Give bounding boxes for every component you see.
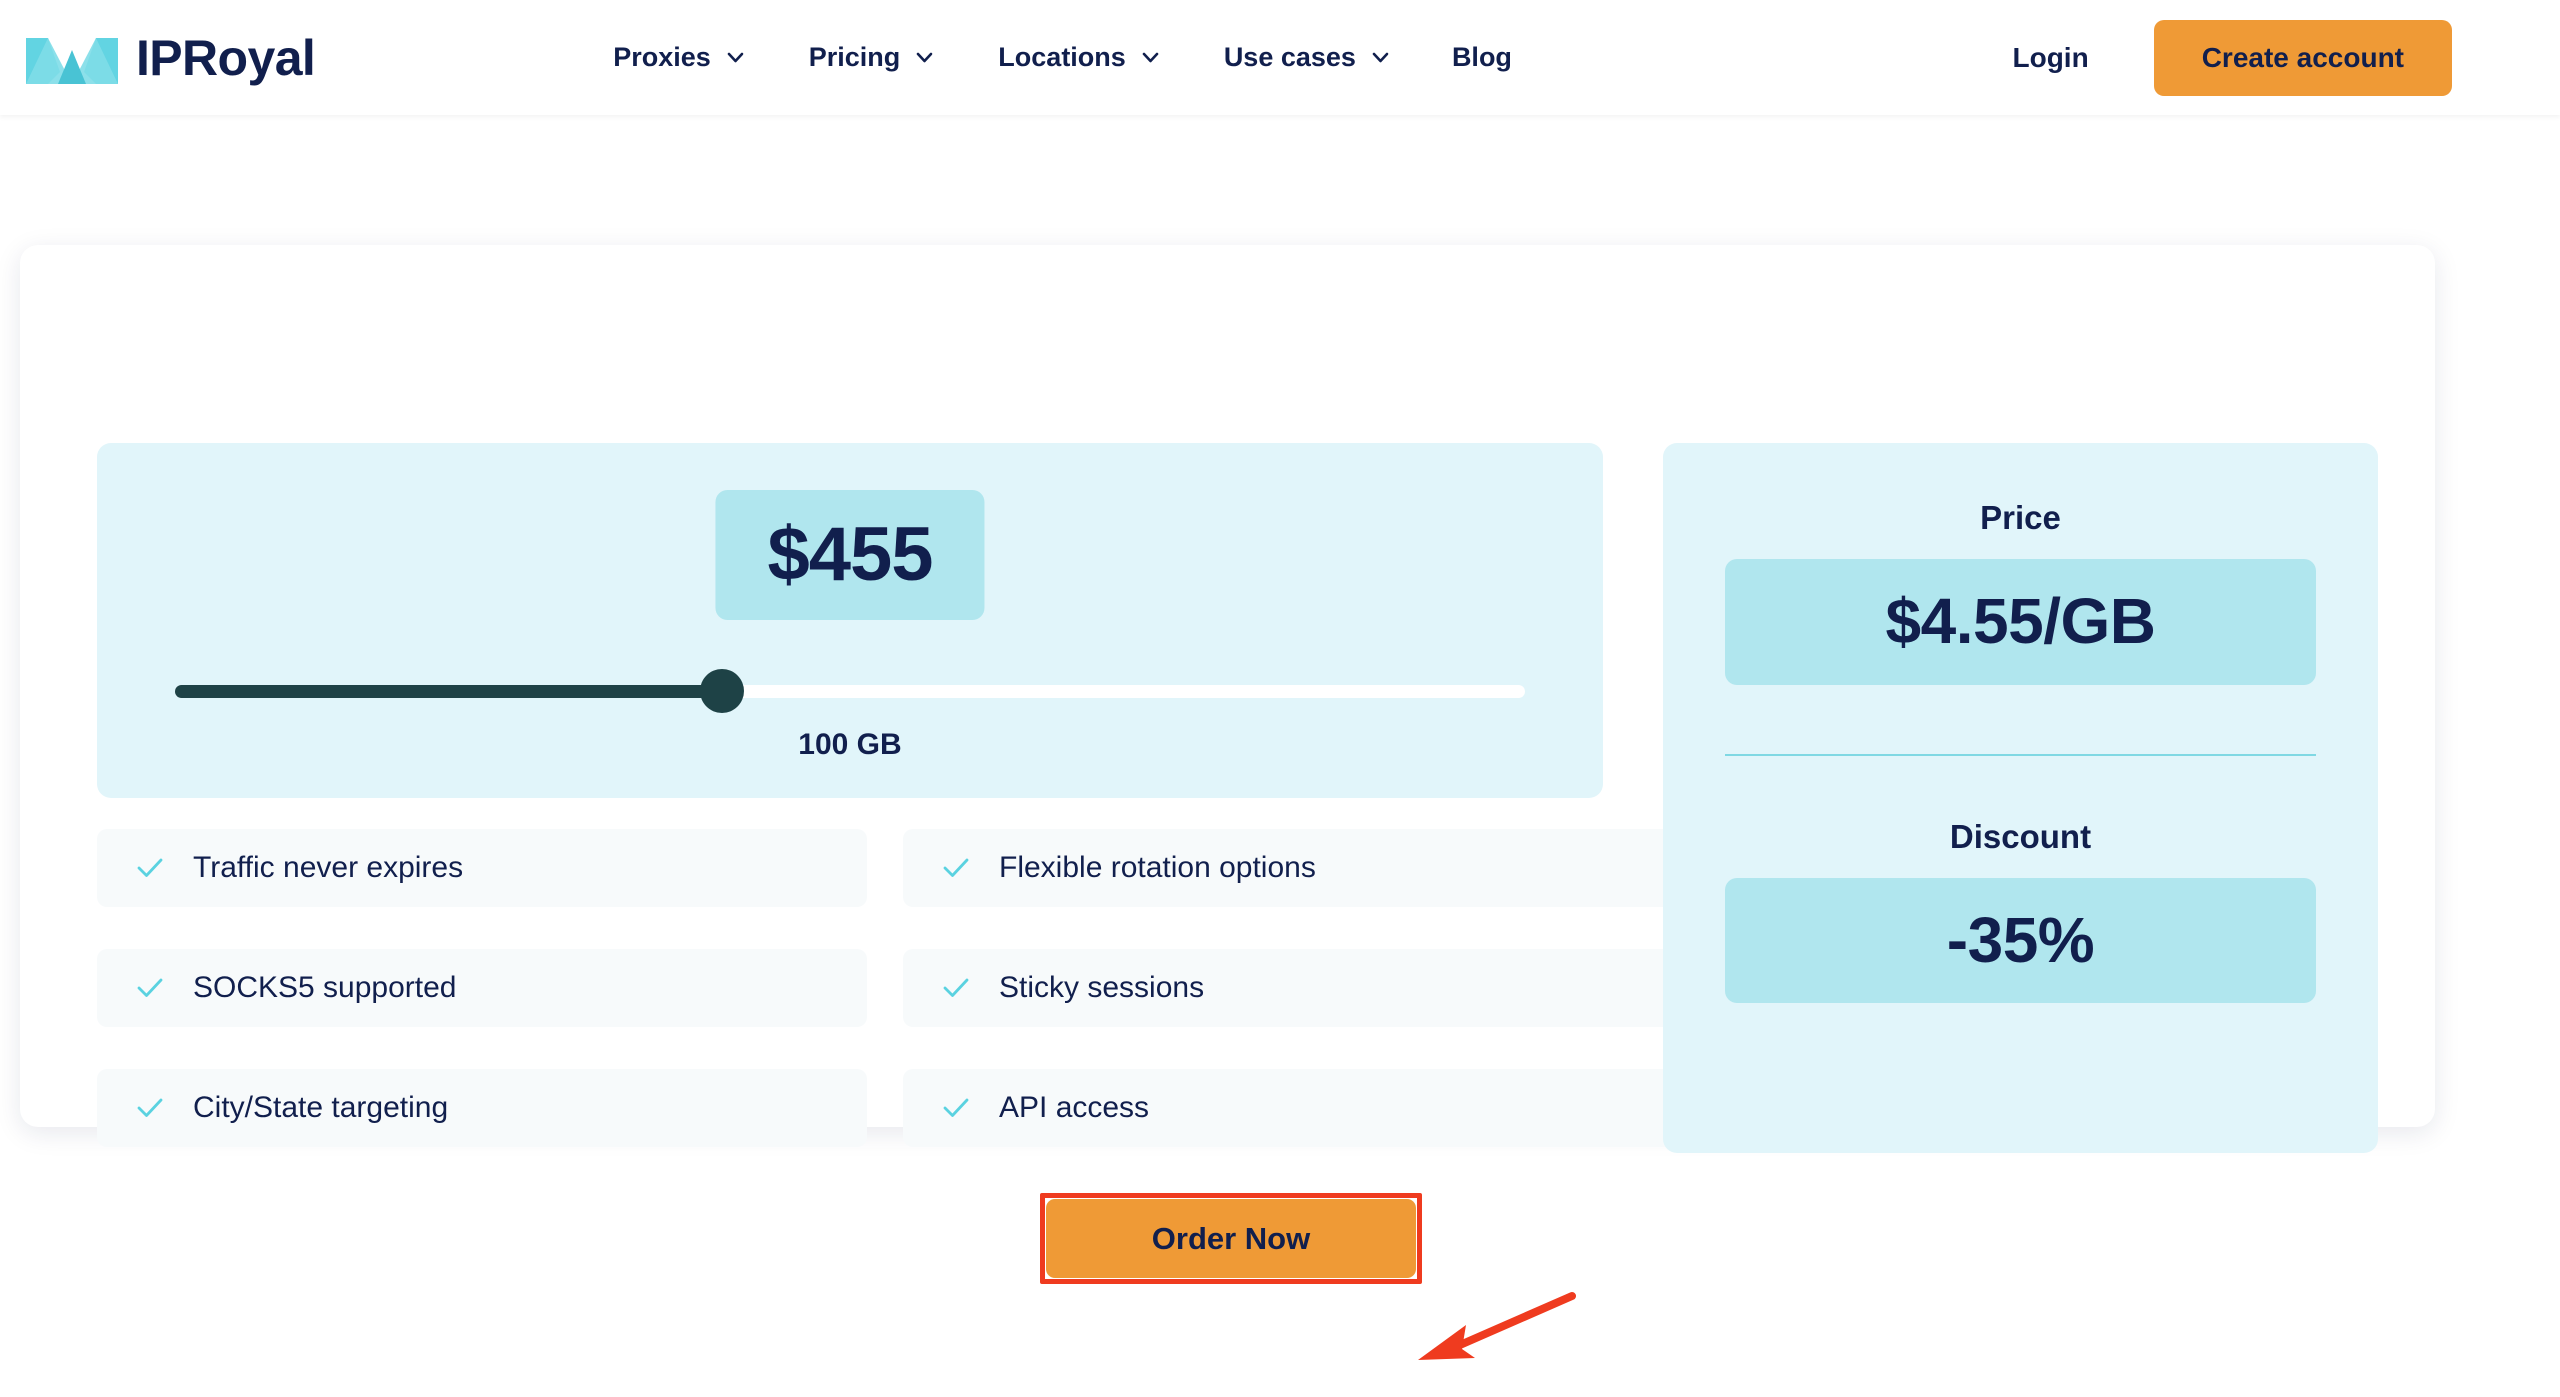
feature-item-flexible-rotation-options: Flexible rotation options bbox=[903, 829, 1673, 907]
traffic-slider[interactable] bbox=[175, 668, 1525, 714]
feature-item-city-state-targeting: City/State targeting bbox=[97, 1069, 867, 1147]
check-icon bbox=[941, 853, 971, 883]
price-per-gb-value: $4.55/GB bbox=[1725, 559, 2316, 685]
check-icon bbox=[941, 973, 971, 1003]
feature-label: SOCKS5 supported bbox=[193, 971, 456, 1005]
crown-logo-icon bbox=[24, 30, 120, 86]
feature-item-socks5-supported: SOCKS5 supported bbox=[97, 949, 867, 1027]
feature-label: Sticky sessions bbox=[999, 971, 1204, 1005]
pricing-calculator-card: $455 100 GB Traffic never expires bbox=[20, 245, 2435, 1127]
chevron-down-icon bbox=[1141, 48, 1160, 67]
nav-item-locations[interactable]: Locations bbox=[966, 42, 1192, 73]
nav-item-use-cases[interactable]: Use cases bbox=[1192, 42, 1422, 73]
chevron-down-icon bbox=[726, 48, 745, 67]
site-header: IPRoyal Proxies Pricing Locations Use ca… bbox=[0, 0, 2560, 115]
nav-item-blog[interactable]: Blog bbox=[1422, 42, 1542, 73]
discount-label: Discount bbox=[1725, 818, 2316, 856]
brand-logo-link[interactable]: IPRoyal bbox=[24, 30, 315, 86]
traffic-slider-panel: $455 100 GB bbox=[97, 443, 1603, 798]
nav-label-proxies: Proxies bbox=[613, 42, 711, 73]
slider-value-label: 100 GB bbox=[97, 728, 1603, 762]
price-label: Price bbox=[1725, 499, 2316, 537]
brand-name: IPRoyal bbox=[136, 33, 315, 83]
feature-item-traffic-never-expires: Traffic never expires bbox=[97, 829, 867, 907]
feature-label: Traffic never expires bbox=[193, 851, 463, 885]
check-icon bbox=[135, 853, 165, 883]
main-navigation: Proxies Pricing Locations Use cases Blog bbox=[581, 42, 1542, 73]
slider-fill bbox=[175, 685, 722, 698]
header-actions: Login Create account bbox=[1983, 20, 2453, 96]
chevron-down-icon bbox=[915, 48, 934, 67]
calculator-left-column: $455 100 GB Traffic never expires bbox=[97, 443, 1603, 1147]
feature-item-api-access: API access bbox=[903, 1069, 1673, 1147]
nav-label-blog: Blog bbox=[1452, 42, 1512, 73]
feature-item-sticky-sessions: Sticky sessions bbox=[903, 949, 1673, 1027]
discount-value: -35% bbox=[1725, 878, 2316, 1004]
create-account-button[interactable]: Create account bbox=[2154, 20, 2452, 96]
feature-list: Traffic never expires Flexible rotation … bbox=[97, 829, 1603, 1147]
feature-label: API access bbox=[999, 1091, 1149, 1125]
nav-item-pricing[interactable]: Pricing bbox=[777, 42, 967, 73]
price-summary-panel: Price $4.55/GB Discount -35% bbox=[1663, 443, 2378, 1153]
chevron-down-icon bbox=[1371, 48, 1390, 67]
nav-item-proxies[interactable]: Proxies bbox=[581, 42, 777, 73]
slider-thumb[interactable] bbox=[700, 669, 744, 713]
feature-label: City/State targeting bbox=[193, 1091, 448, 1125]
total-price-display: $455 bbox=[715, 490, 984, 620]
check-icon bbox=[135, 973, 165, 1003]
calculator-inner: $455 100 GB Traffic never expires bbox=[97, 443, 2358, 1127]
login-link[interactable]: Login bbox=[1983, 32, 2119, 84]
check-icon bbox=[941, 1093, 971, 1123]
order-now-button[interactable]: Order Now bbox=[1046, 1199, 1416, 1278]
summary-divider bbox=[1725, 754, 2316, 756]
feature-label: Flexible rotation options bbox=[999, 851, 1316, 885]
nav-label-pricing: Pricing bbox=[809, 42, 901, 73]
nav-label-locations: Locations bbox=[998, 42, 1126, 73]
check-icon bbox=[135, 1093, 165, 1123]
order-row: Order Now bbox=[0, 1180, 2560, 1310]
nav-label-use-cases: Use cases bbox=[1224, 42, 1356, 73]
page-body: $455 100 GB Traffic never expires bbox=[0, 115, 2560, 1397]
